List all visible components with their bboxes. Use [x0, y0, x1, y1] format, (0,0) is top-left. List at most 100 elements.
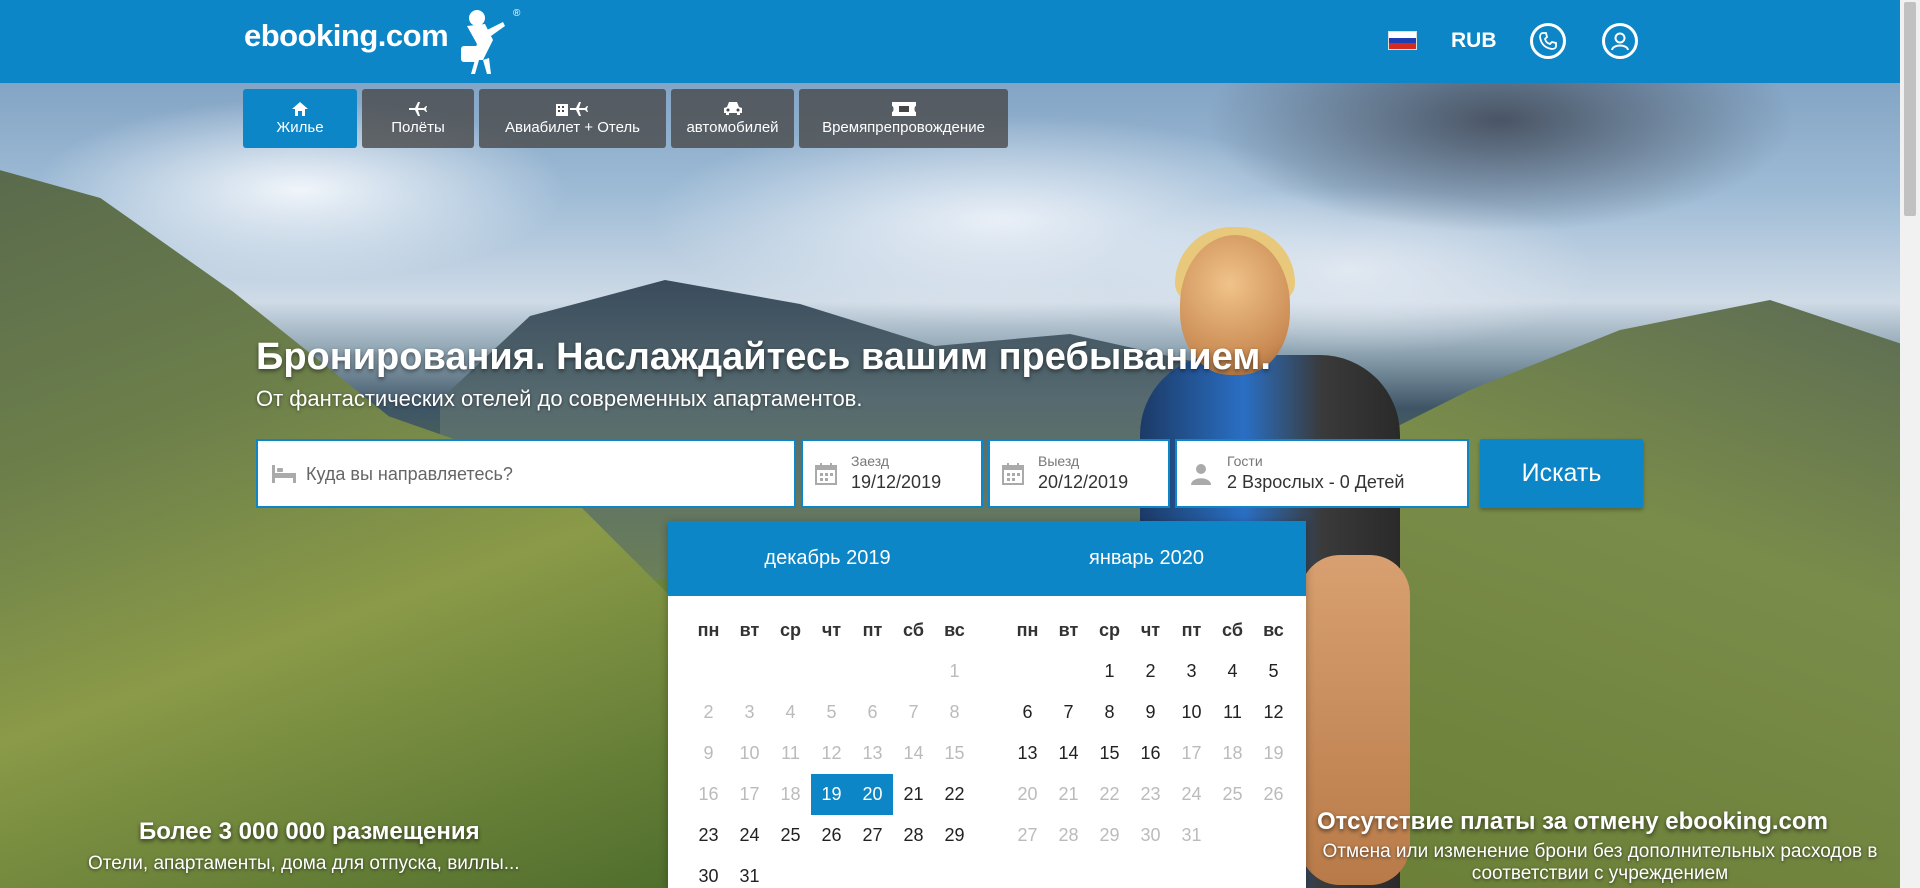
calendar-day[interactable]: 22 — [934, 774, 975, 815]
promo-free-cancel-text: Отмена или изменение брони без дополните… — [1322, 841, 1878, 884]
guests-field[interactable]: Гости 2 Взрослых - 0 Детей — [1175, 439, 1469, 508]
weekday-header-row: пн вт ср чт пт сб вс — [688, 610, 987, 651]
tab-flights[interactable]: Полёты — [362, 89, 474, 148]
calendar-icon — [1002, 463, 1024, 485]
calendar-day-disabled: 25 — [1222, 784, 1243, 804]
calendar-day-disabled: 26 — [1263, 784, 1284, 804]
page-scrollbar[interactable] — [1900, 0, 1920, 888]
calendar-day[interactable]: 10 — [1171, 692, 1212, 733]
calendar-day-disabled: 12 — [821, 743, 842, 763]
calendar-day[interactable]: 12 — [1253, 692, 1294, 733]
weekday-label: пн — [697, 620, 720, 640]
calendar-day[interactable]: 30 — [688, 856, 729, 888]
calendar-day-disabled: 21 — [1058, 784, 1079, 804]
calendar-day-disabled: 18 — [1222, 743, 1243, 763]
calendar-day-disabled: 14 — [903, 743, 924, 763]
home-icon — [292, 101, 308, 116]
phone-button[interactable] — [1530, 23, 1566, 59]
plane-icon — [409, 101, 427, 116]
date-picker-header: декабрь 2019 январь 2020 — [668, 521, 1306, 596]
tab-flight-hotel[interactable]: Авиабилет + Отель — [479, 89, 666, 148]
user-icon — [1611, 32, 1629, 51]
calendar-week-row: 16 17 18 19 20 21 22 — [688, 774, 987, 815]
hotel-plane-icon — [555, 101, 588, 116]
checkin-field[interactable]: Заезд 19/12/2019 — [801, 439, 983, 508]
calendar-day[interactable]: 15 — [1089, 733, 1130, 774]
calendar-day[interactable]: 7 — [1048, 692, 1089, 733]
calendar-day-disabled: 17 — [739, 784, 760, 804]
russia-flag[interactable] — [1388, 31, 1417, 50]
calendar-day[interactable]: 2 — [1130, 651, 1171, 692]
calendar-day-disabled: 31 — [1181, 825, 1202, 845]
calendar-day[interactable]: 21 — [893, 774, 934, 815]
calendar-day[interactable]: 11 — [1212, 692, 1253, 733]
destination-input[interactable] — [306, 455, 776, 493]
account-button[interactable] — [1602, 23, 1638, 59]
calendar-day-disabled: 9 — [703, 743, 714, 763]
checkout-label: Выезд — [1038, 453, 1080, 469]
search-button[interactable]: Искать — [1480, 439, 1643, 508]
calendar-day-disabled: 10 — [739, 743, 760, 763]
hero-title: Бронирования. Наслаждайтесь вашим пребыв… — [256, 336, 1271, 378]
calendar-day[interactable]: 9 — [1130, 692, 1171, 733]
calendar-day[interactable]: 3 — [1171, 651, 1212, 692]
calendar-day-disabled: 11 — [781, 743, 800, 763]
tab-label: Полёты — [391, 118, 445, 136]
calendar-day-disabled: 22 — [1099, 784, 1120, 804]
weekday-label: чт — [1140, 620, 1161, 640]
calendar-day[interactable]: 1 — [1089, 651, 1130, 692]
calendar-day-disabled: 28 — [1058, 825, 1079, 845]
calendar-day-disabled: 18 — [780, 784, 801, 804]
checkout-value: 20/12/2019 — [1038, 472, 1129, 492]
calendar-day[interactable]: 14 — [1048, 733, 1089, 774]
calendar-day[interactable]: 8 — [1089, 692, 1130, 733]
calendar-day[interactable]: 29 — [934, 815, 975, 856]
calendar-day[interactable]: 24 — [729, 815, 770, 856]
calendar-day[interactable]: 13 — [1007, 733, 1048, 774]
calendar-day[interactable]: 5 — [1253, 651, 1294, 692]
calendar-day[interactable]: 6 — [1007, 692, 1048, 733]
calendar-day[interactable]: 28 — [893, 815, 934, 856]
promo-listings-title: Более 3 000 000 размещения — [139, 818, 480, 845]
calendar-day[interactable]: 26 — [811, 815, 852, 856]
checkin-label: Заезд — [851, 453, 890, 469]
weekday-label: сб — [903, 620, 924, 640]
currency-selector[interactable]: RUB — [1451, 29, 1497, 53]
tab-activities[interactable]: Времяпрепровождение — [799, 89, 1008, 148]
calendar-week-row: 6 7 8 9 10 11 12 — [1007, 692, 1306, 733]
calendar-day[interactable]: 31 — [729, 856, 770, 888]
tab-label: Времяпрепровождение — [822, 118, 985, 136]
scrollbar-thumb[interactable] — [1904, 2, 1916, 216]
bed-icon — [272, 465, 296, 483]
calendar-week-row: 13 14 15 16 17 18 19 — [1007, 733, 1306, 774]
weekday-label: сб — [1222, 620, 1243, 640]
calendar-day[interactable]: 27 — [852, 815, 893, 856]
calendar-day[interactable]: 16 — [1130, 733, 1171, 774]
calendar-week-row: 1 — [688, 651, 987, 692]
tab-cars[interactable]: автомобилей — [671, 89, 794, 148]
logo[interactable]: ebooking.com — [244, 18, 449, 54]
weekday-label: пн — [1016, 620, 1039, 640]
calendar-day[interactable]: 25 — [770, 815, 811, 856]
calendar-day-disabled: 17 — [1181, 743, 1202, 763]
checkout-field[interactable]: Выезд 20/12/2019 — [988, 439, 1170, 508]
calendar-day-disabled: 24 — [1181, 784, 1202, 804]
tab-accommodation[interactable]: Жилье — [243, 89, 357, 148]
calendar-week-row: 9 10 11 12 13 14 15 — [688, 733, 987, 774]
calendar-day-disabled: 3 — [744, 702, 755, 722]
tab-label: Авиабилет + Отель — [504, 118, 640, 136]
weekday-label: пт — [1181, 620, 1202, 640]
calendar-day-selected[interactable]: 20 — [852, 774, 893, 815]
destination-field[interactable] — [256, 439, 796, 508]
tab-label: Жилье — [276, 118, 324, 136]
weekday-label: вс — [1263, 620, 1284, 640]
promo-listings-text: Отели, апартаменты, дома для отпуска, ви… — [88, 853, 520, 874]
calendar-day[interactable]: 4 — [1212, 651, 1253, 692]
calendar-day[interactable]: 23 — [688, 815, 729, 856]
calendar-day-selected[interactable]: 19 — [811, 774, 852, 815]
calendar-week-row: 30 31 — [688, 856, 987, 888]
top-navigation-bar: ebooking.com ® RUB — [0, 0, 1900, 83]
calendar-day-disabled: 23 — [1140, 784, 1161, 804]
promo-free-cancel-title: Отсутствие платы за отмену ebooking.com — [1317, 808, 1828, 835]
date-picker-body: пн вт ср чт пт сб вс 1 2 3 4 5 6 7 8 9 10 11 12 13 14 15 16 17 1… — [668, 596, 1306, 888]
